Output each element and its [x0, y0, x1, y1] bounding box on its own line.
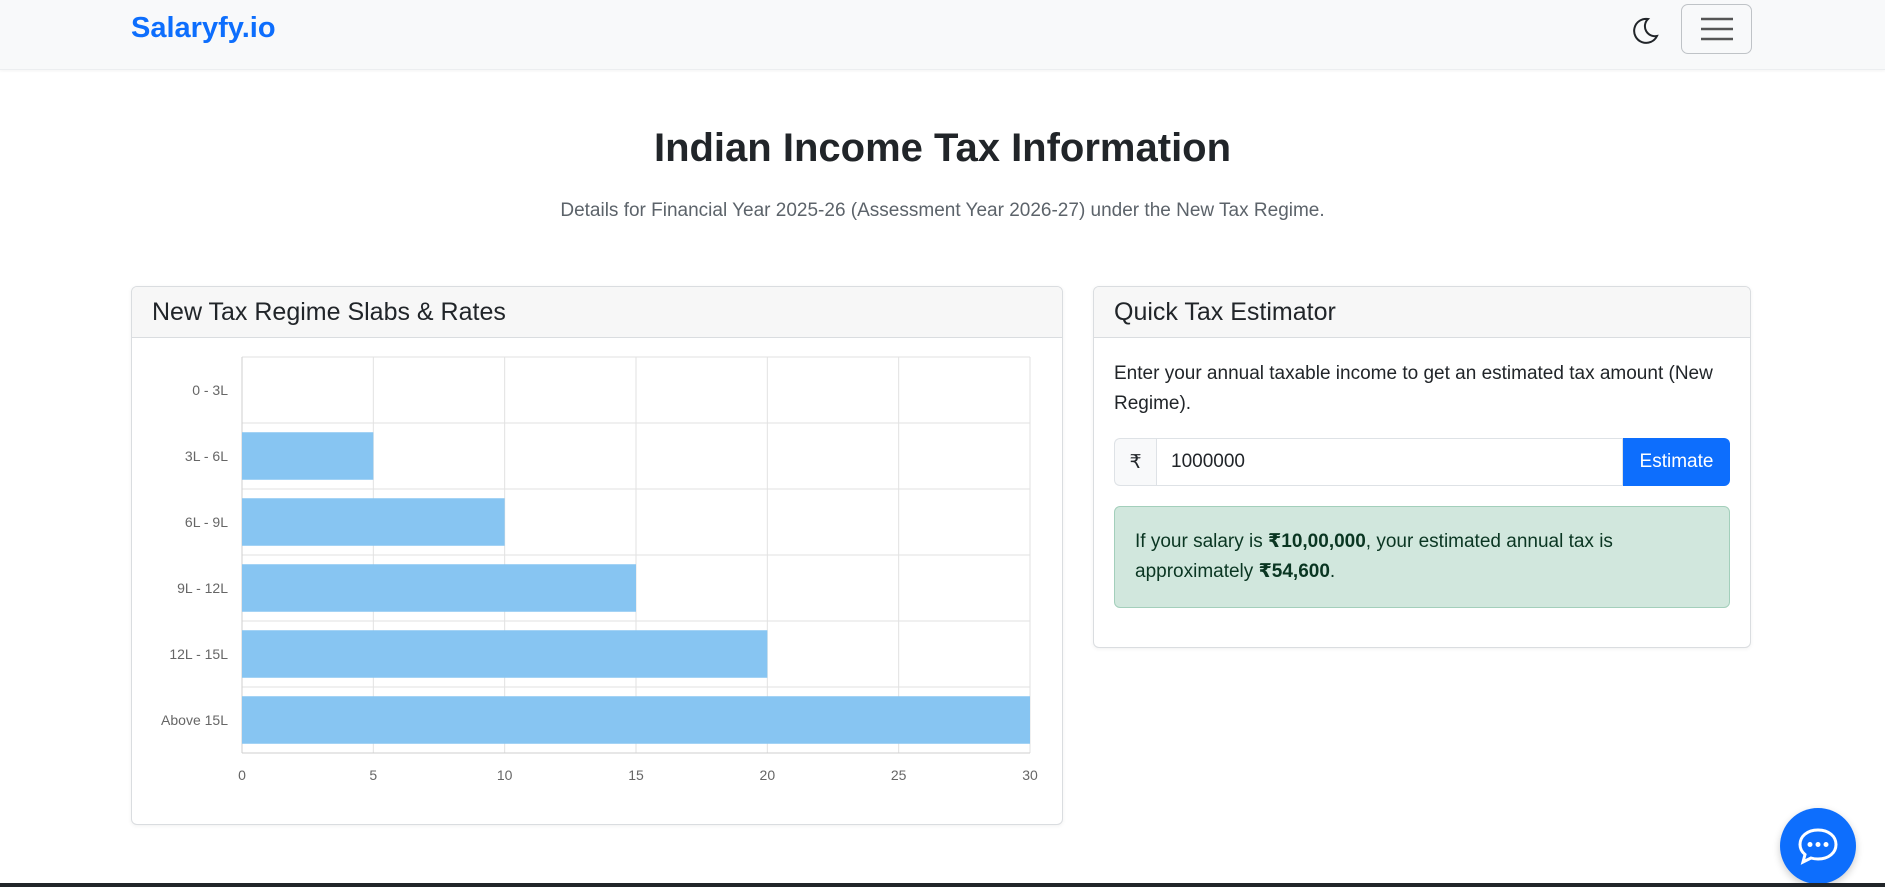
x-tick-label: 25	[891, 767, 907, 783]
x-tick-label: 15	[628, 767, 644, 783]
page-title: Indian Income Tax Information	[653, 126, 1232, 170]
y-category-label: 0 - 3L	[192, 382, 228, 398]
x-tick-label: 30	[1022, 767, 1038, 783]
result-suffix: .	[1329, 561, 1336, 582]
quick-tax-estimator-card: Quick Tax Estimator Enter your annual ta…	[1093, 286, 1751, 648]
rupee-icon: ₹	[1114, 438, 1156, 486]
bar-12l-15l	[242, 630, 768, 678]
estimator-description: Enter your annual taxable income to get …	[1114, 363, 1713, 414]
x-tick-label: 20	[760, 767, 776, 783]
x-tick-label: 0	[238, 767, 246, 783]
tax-slabs-chart: 0 5 10 15 20 25 30 0 - 3L 3L - 6L 6L - 9L 9L - 12L…	[161, 356, 1038, 783]
bar-9l-12l	[242, 564, 636, 612]
y-category-label: 9L - 12L	[177, 580, 228, 596]
result-prefix: If your salary is	[1135, 531, 1269, 552]
hamburger-menu-icon	[1700, 17, 1733, 41]
footer-edge	[0, 883, 1885, 887]
tax-slabs-card-title: New Tax Regime Slabs & Rates	[132, 287, 1062, 338]
estimator-card-title: Quick Tax Estimator	[1094, 287, 1750, 338]
y-category-label: Above 15L	[161, 712, 228, 728]
y-category-label: 6L - 9L	[185, 514, 228, 530]
bar-6l-9l	[242, 498, 505, 546]
page-subtitle: Details for Financial Year 2025-26 (Asse…	[560, 200, 1325, 221]
y-category-label: 12L - 15L	[169, 646, 228, 662]
navbar: Salaryfy.io	[0, 0, 1885, 70]
tax-slabs-card: New Tax Regime Slabs & Rates 0 5 10 15 20 25 3…	[131, 286, 1063, 825]
brand-logo[interactable]: Salaryfy.io	[131, 12, 276, 45]
x-tick-label: 5	[369, 767, 377, 783]
menu-toggle-button[interactable]	[1681, 4, 1752, 54]
estimate-button[interactable]: Estimate	[1623, 438, 1730, 486]
chat-button[interactable]	[1780, 808, 1856, 884]
result-tax: ₹54,600	[1258, 561, 1330, 582]
x-tick-label: 10	[497, 767, 513, 783]
income-input-group: ₹ Estimate	[1114, 438, 1730, 486]
chat-bubble-icon	[1798, 828, 1838, 865]
moon-icon[interactable]	[1628, 14, 1662, 48]
bar-3l-6l	[242, 432, 374, 480]
result-salary: ₹10,00,000	[1268, 531, 1366, 552]
income-input[interactable]	[1156, 438, 1623, 486]
y-category-label: 3L - 6L	[185, 448, 228, 464]
estimate-result-alert: If your salary is ₹10,00,000, your estim…	[1114, 506, 1730, 608]
bar-above15l	[242, 696, 1030, 744]
